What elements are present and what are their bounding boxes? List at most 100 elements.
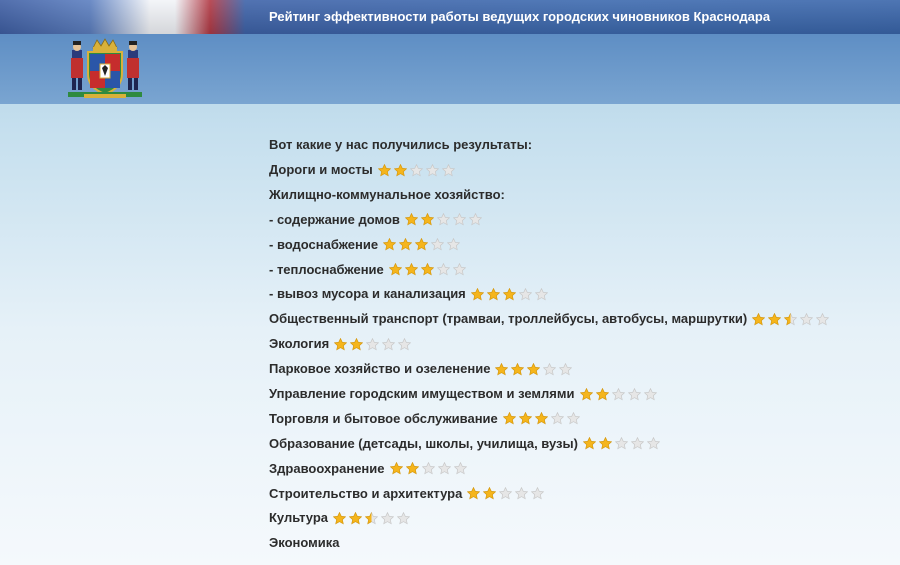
star-icon bbox=[518, 412, 532, 425]
rating-row: - содержание домов bbox=[269, 211, 889, 236]
rating-label: Образование (детсады, школы, училища, ву… bbox=[269, 435, 578, 451]
rating-label: - водоснабжение bbox=[269, 236, 379, 252]
rating-label: Дороги и мосты bbox=[269, 162, 373, 177]
star-icon bbox=[409, 163, 423, 177]
star-icon bbox=[452, 263, 466, 276]
star-icon bbox=[643, 387, 657, 401]
star-rating bbox=[334, 335, 414, 353]
star-icon bbox=[470, 287, 484, 301]
star-icon bbox=[527, 362, 541, 376]
star-icon bbox=[550, 412, 564, 425]
rating-label: Экология bbox=[269, 336, 330, 352]
rating-row: - теплоснабжение bbox=[269, 261, 889, 286]
rating-label: Строительство и архитектура bbox=[269, 485, 463, 501]
star-icon bbox=[630, 437, 644, 450]
star-icon bbox=[404, 263, 418, 276]
star-icon bbox=[595, 387, 609, 401]
star-icon bbox=[383, 238, 397, 251]
star-icon bbox=[421, 462, 435, 475]
star-icon bbox=[614, 437, 628, 450]
star-icon bbox=[502, 412, 516, 425]
star-rating bbox=[404, 211, 485, 229]
star-rating bbox=[333, 509, 413, 527]
star-rating bbox=[467, 485, 547, 503]
star-icon bbox=[543, 362, 557, 376]
star-icon bbox=[436, 213, 450, 226]
rating-row: Общественный транспорт (трамваи, троллей… bbox=[269, 310, 889, 335]
star-icon bbox=[646, 437, 660, 450]
star-icon bbox=[333, 511, 347, 525]
star-icon bbox=[566, 412, 580, 425]
star-icon bbox=[398, 337, 412, 351]
top-bar: Рейтинг эффективности работы ведущих гор… bbox=[0, 0, 900, 34]
star-icon bbox=[377, 163, 391, 177]
results-list: Дороги и мосты Жилищно-коммунальное хозяй… bbox=[269, 161, 889, 559]
star-rating bbox=[470, 285, 551, 303]
star-rating bbox=[389, 460, 470, 478]
star-icon bbox=[515, 487, 529, 500]
star-icon bbox=[534, 412, 548, 425]
star-icon bbox=[627, 387, 641, 401]
star-rating bbox=[377, 161, 458, 179]
star-icon bbox=[579, 387, 593, 401]
rating-label: Здравоохранение bbox=[269, 460, 385, 476]
rating-row: Дороги и мосты bbox=[269, 161, 889, 186]
rating-label: - содержание домов bbox=[269, 211, 400, 227]
star-icon bbox=[436, 263, 450, 276]
star-icon bbox=[598, 437, 612, 450]
rating-row: Торговля и бытовое обслуживание bbox=[269, 410, 889, 435]
rating-label: Общественный транспорт (трамваи, троллей… bbox=[269, 311, 748, 327]
star-icon bbox=[800, 312, 814, 326]
star-icon bbox=[415, 238, 429, 251]
star-icon bbox=[483, 487, 497, 500]
rating-row: - вывоз мусора и канализация bbox=[269, 285, 889, 310]
star-icon bbox=[768, 312, 782, 326]
star-icon bbox=[334, 337, 348, 351]
star-icon bbox=[382, 337, 396, 351]
rating-label: Культура bbox=[269, 510, 329, 526]
star-icon bbox=[350, 337, 364, 351]
star-rating bbox=[388, 261, 469, 279]
star-rating bbox=[752, 310, 832, 328]
rating-row: Здравоохранение bbox=[269, 460, 889, 485]
star-icon bbox=[404, 213, 418, 226]
rating-row: Экономика bbox=[269, 534, 889, 559]
star-icon bbox=[447, 238, 461, 251]
star-icon bbox=[381, 511, 395, 525]
star-icon bbox=[399, 238, 413, 251]
rating-label: Управление городским имуществом и землям… bbox=[269, 386, 575, 402]
results-intro: Вот какие у нас получились результаты: bbox=[269, 137, 533, 152]
star-icon bbox=[366, 337, 380, 351]
rating-label: - вывоз мусора и канализация bbox=[269, 286, 466, 302]
star-icon bbox=[611, 387, 625, 401]
rating-row: Парковое хозяйство и озеленение bbox=[269, 360, 889, 385]
star-icon bbox=[365, 511, 379, 525]
star-icon bbox=[397, 511, 411, 525]
star-icon bbox=[534, 287, 548, 301]
rating-row: Образование (детсады, школы, училища, ву… bbox=[269, 435, 889, 460]
rating-label: - теплоснабжение bbox=[269, 261, 384, 277]
rating-row: - водоснабжение bbox=[269, 236, 889, 261]
star-icon bbox=[784, 312, 798, 326]
star-rating bbox=[579, 385, 660, 403]
star-icon bbox=[495, 362, 509, 376]
star-icon bbox=[502, 287, 516, 301]
site-title: Рейтинг эффективности работы ведущих гор… bbox=[269, 9, 771, 24]
star-icon bbox=[349, 511, 363, 525]
star-icon bbox=[420, 263, 434, 276]
rating-row: Экология bbox=[269, 335, 889, 360]
star-icon bbox=[431, 238, 445, 251]
rating-label: Экономика bbox=[269, 535, 340, 551]
star-icon bbox=[499, 487, 513, 500]
star-icon bbox=[393, 163, 407, 177]
rating-label: Торговля и бытовое обслуживание bbox=[269, 410, 498, 426]
star-icon bbox=[441, 163, 455, 177]
rating-label: Жилищно-коммунальное хозяйство: bbox=[269, 186, 505, 202]
results-content: Вот какие у нас получились результаты: Д… bbox=[269, 136, 889, 559]
rating-row: Жилищно-коммунальное хозяйство: bbox=[269, 186, 889, 211]
star-icon bbox=[467, 487, 481, 500]
star-rating bbox=[383, 236, 463, 254]
krasnodar-coat-of-arms-icon[interactable] bbox=[64, 38, 146, 100]
star-icon bbox=[582, 437, 596, 450]
star-icon bbox=[389, 462, 403, 475]
